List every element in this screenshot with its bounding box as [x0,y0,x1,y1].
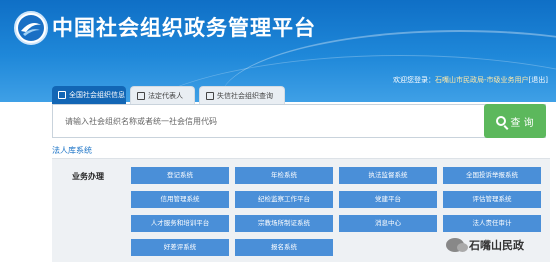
system-button-party-building[interactable]: 党建平台 [339,191,437,208]
system-button-registration[interactable]: 登记系统 [131,167,229,184]
tab-label: 全国社会组织信息 [69,91,125,99]
site-title: 中国社会组织政务管理平台 [52,16,316,40]
system-button-signup[interactable]: 报名系统 [235,239,333,256]
watermark-text: 石嘴山民政 [469,239,524,252]
search-icon [496,116,507,126]
welcome-user-link[interactable]: 石嘴山市民政局-市级业务用户 [435,76,529,84]
system-button-law-enforcement[interactable]: 执法监督系统 [339,167,437,184]
document-icon [206,92,214,100]
search-input[interactable] [53,105,485,137]
logout-link[interactable]: [退出] [529,76,548,84]
search-bar: 查 询 [52,104,546,138]
document-icon [137,92,145,100]
panel-label: 业务办理 [72,172,104,181]
tab-label: 法定代表人 [148,92,183,100]
system-button-evaluation[interactable]: 评估管理系统 [443,191,541,208]
tab-org-info[interactable]: 全国社会组织信息 [52,86,126,104]
system-button-message-center[interactable]: 消息中心 [339,215,437,232]
system-button-religious-venue[interactable]: 宗教场所制证系统 [235,215,333,232]
tab-label: 失信社会组织查询 [217,92,273,100]
system-button-complaints[interactable]: 全国投诉举报系统 [443,167,541,184]
welcome-prefix: 欢迎您登录： [393,76,435,84]
search-button[interactable]: 查 询 [484,104,546,138]
tab-dishonest-query[interactable]: 失信社会组织查询 [199,86,285,104]
system-button-credit[interactable]: 信用管理系统 [131,191,229,208]
section-title: 法人库系统 [52,146,92,155]
system-button-discipline[interactable]: 纪检监察工作平台 [235,191,333,208]
system-button-audit[interactable]: 法人责任审计 [443,215,541,232]
wechat-icon [446,238,468,252]
document-icon [58,91,66,99]
search-button-label: 查 询 [510,117,534,129]
platform-logo-icon [14,11,48,45]
system-button-talent-training[interactable]: 人才服务和培训平台 [131,215,229,232]
system-button-annual-inspection[interactable]: 年检系统 [235,167,333,184]
system-button-feedback[interactable]: 好差评系统 [131,239,229,256]
tab-legal-representative[interactable]: 法定代表人 [130,86,195,104]
welcome-message: 欢迎您登录：石嘴山市民政局-市级业务用户[退出] [393,75,548,85]
wechat-watermark: 石嘴山民政 [446,233,524,257]
